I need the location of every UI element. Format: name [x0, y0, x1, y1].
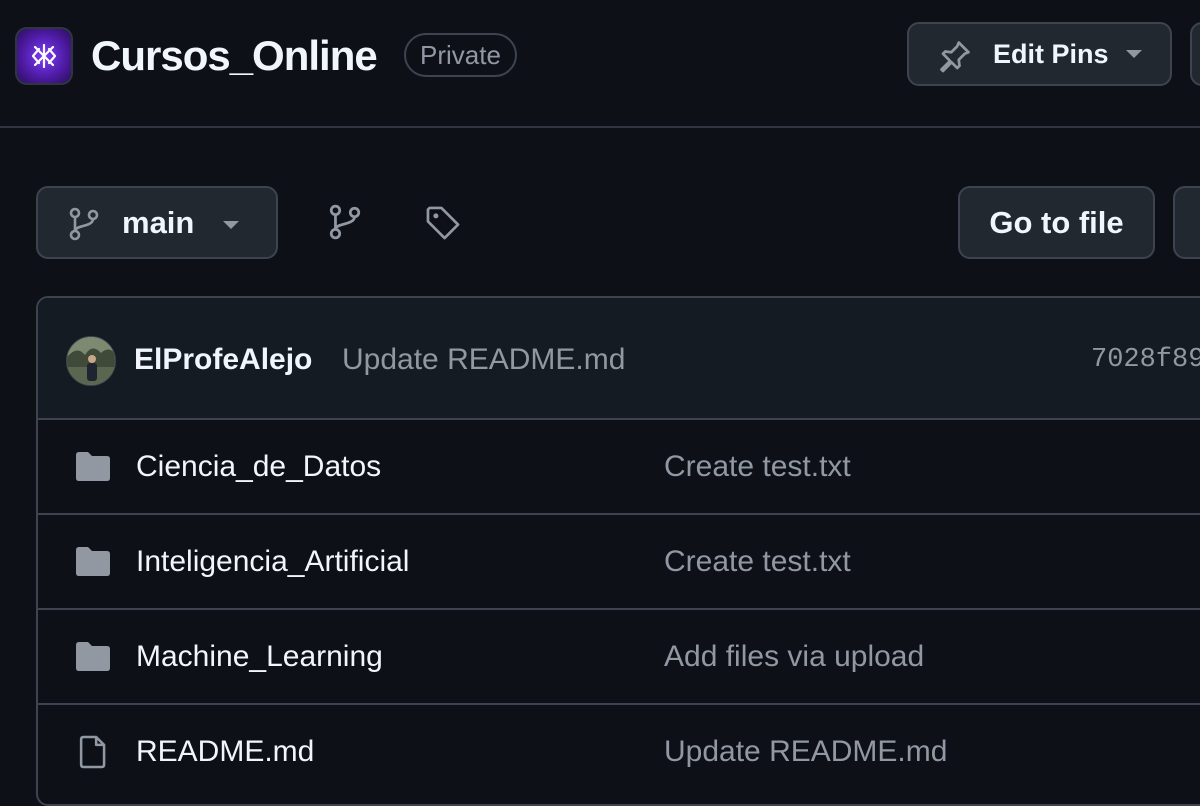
user-photo-icon	[67, 337, 115, 385]
repo-name[interactable]: Cursos_Online	[91, 30, 378, 82]
commit-message[interactable]: Update README.md	[342, 338, 625, 382]
repo-logo-icon	[31, 43, 57, 69]
commit-hash[interactable]: 7028f89	[1091, 338, 1200, 382]
edit-pins-button[interactable]: Edit Pins	[907, 22, 1172, 86]
file-commit-message[interactable]: Create test.txt	[664, 515, 851, 608]
chevron-down-icon	[1126, 50, 1142, 58]
table-row[interactable]: Inteligencia_Artificial Create test.txt	[38, 515, 1200, 610]
header-action-button[interactable]	[1190, 22, 1200, 86]
commit-author[interactable]: ElProfeAlejo	[134, 338, 312, 382]
git-branch-icon	[69, 207, 99, 241]
pin-icon	[940, 41, 970, 73]
folder-icon	[76, 547, 110, 576]
visibility-badge: Private	[404, 33, 517, 77]
go-to-file-button[interactable]: Go to file	[958, 186, 1155, 259]
folder-icon	[76, 642, 110, 671]
file-browser: ElProfeAlejo Update README.md 7028f89 Ci…	[36, 296, 1200, 806]
branches-icon[interactable]	[328, 204, 362, 240]
branch-name: main	[122, 205, 195, 240]
tag-icon[interactable]	[424, 204, 462, 242]
file-commit-message[interactable]: Add files via upload	[664, 610, 924, 703]
file-commit-message[interactable]: Update README.md	[664, 705, 947, 798]
table-row[interactable]: Machine_Learning Add files via upload	[38, 610, 1200, 705]
file-name[interactable]: Inteligencia_Artificial	[136, 515, 409, 608]
branch-selector-button[interactable]: main	[36, 186, 278, 259]
edit-pins-label: Edit Pins	[993, 39, 1109, 69]
repo-avatar[interactable]	[15, 27, 73, 85]
file-icon	[79, 735, 106, 769]
file-name[interactable]: Ciencia_de_Datos	[136, 420, 381, 513]
table-row[interactable]: Ciencia_de_Datos Create test.txt	[38, 420, 1200, 515]
latest-commit-bar: ElProfeAlejo Update README.md 7028f89	[38, 298, 1200, 420]
file-name[interactable]: Machine_Learning	[136, 610, 383, 703]
repo-header: Cursos_Online Private Edit Pins	[0, 0, 1200, 128]
add-file-button[interactable]	[1173, 186, 1200, 259]
file-name[interactable]: README.md	[136, 705, 314, 798]
chevron-down-icon	[223, 221, 239, 229]
folder-icon	[76, 452, 110, 481]
file-commit-message[interactable]: Create test.txt	[664, 420, 851, 513]
avatar[interactable]	[66, 336, 116, 386]
table-row[interactable]: README.md Update README.md	[38, 705, 1200, 800]
